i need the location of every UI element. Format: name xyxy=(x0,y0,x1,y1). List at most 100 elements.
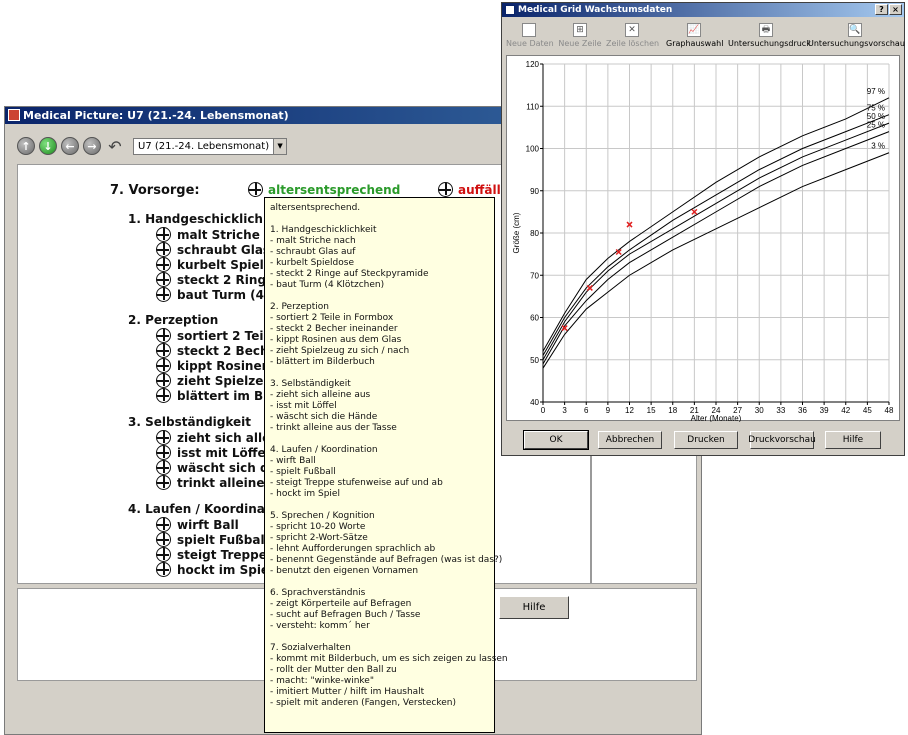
item-label: isst mit Löffel xyxy=(177,445,270,460)
tooltip-line: - macht: "winke-winke" xyxy=(270,676,374,686)
navigation-bar: ↑ ↓ ← → ↶ U7 (21.-24. Lebensmonat) ▼ xyxy=(17,134,288,158)
tooltip-line: - imitiert Mutter / hilft im Haushalt xyxy=(270,687,425,697)
new-data-icon xyxy=(522,23,536,37)
tooltip-line: - zeigt Körperteile auf Befragen xyxy=(270,599,412,609)
window-title: Medical Picture: U7 (21.-24. Lebensmonat… xyxy=(23,109,289,122)
x-tick-label: 30 xyxy=(755,406,764,415)
app-icon xyxy=(505,5,515,15)
toolbar-label: Untersuchungsvorschau xyxy=(808,39,905,48)
tooltip-line: - rollt der Mutter den Ball zu xyxy=(270,665,397,675)
help-button[interactable]: Hilfe xyxy=(499,596,569,619)
help-icon[interactable]: ? xyxy=(875,4,888,15)
app-icon xyxy=(8,109,20,121)
help-button[interactable]: Hilfe xyxy=(825,431,881,449)
new-row-icon: ⊞ xyxy=(573,23,587,37)
undo-icon[interactable]: ↶ xyxy=(105,137,125,156)
preview-icon: 🔍 xyxy=(848,23,862,37)
toolbar-button[interactable]: ✕ Zeile löschen xyxy=(606,20,660,54)
crosshair-icon xyxy=(248,182,263,197)
x-tick-label: 33 xyxy=(776,406,785,415)
printer-icon: 🖶 xyxy=(759,23,773,37)
tooltip-heading: altersentsprechend. xyxy=(270,203,361,213)
y-axis-label: Größe (cm) xyxy=(512,212,521,253)
tooltip-group-title: 4. Laufen / Koordination xyxy=(270,445,378,455)
y-tick-label: 100 xyxy=(526,145,540,154)
crosshair-icon xyxy=(156,343,171,358)
crosshair-icon xyxy=(156,227,171,242)
tooltip-line: - sucht auf Befragen Buch / Tasse xyxy=(270,610,421,620)
toolbar-label: Zeile löschen xyxy=(606,39,660,48)
y-tick-label: 80 xyxy=(530,229,539,238)
tooltip-line: - spricht 2-Wort-Sätze xyxy=(270,533,368,543)
tooltip-group-title: 2. Perzeption xyxy=(270,302,330,312)
crosshair-icon xyxy=(156,328,171,343)
tooltip-line: - steckt 2 Ringe auf Steckpyramide xyxy=(270,269,429,279)
tooltip-line: - spielt Fußball xyxy=(270,467,336,477)
page-title: 7. Vorsorge: xyxy=(110,183,200,198)
tooltip-line: - spricht 10-20 Worte xyxy=(270,522,366,532)
x-tick-label: 0 xyxy=(541,406,546,415)
growth-chart-svg: 0 3 6 9 12 15 18 21 24 27 30 33 36 39 42 45 484050607080… xyxy=(512,60,894,422)
toolbar-label: Graphauswahl xyxy=(666,39,724,48)
tooltip-line: - hockt im Spiel xyxy=(270,489,340,499)
tooltip-line: - zieht Spielzeug zu sich / nach xyxy=(270,346,410,356)
tooltip-line: - wäscht sich die Hände xyxy=(270,412,378,422)
crosshair-icon xyxy=(156,373,171,388)
measurement-point xyxy=(586,284,593,291)
x-tick-label: 18 xyxy=(668,406,677,415)
toolbar-button[interactable]: 🔍 Untersuchungsvorschau xyxy=(808,20,905,54)
up-arrow-icon[interactable]: ↑ xyxy=(17,137,35,155)
toolbar-label: Neue Zeile xyxy=(558,39,602,48)
toolbar-label: Untersuchungsdruck xyxy=(728,39,811,48)
close-icon[interactable]: × xyxy=(889,4,902,15)
item-label: spielt Fußball xyxy=(177,532,269,547)
print-preview-button[interactable]: Druckvorschau xyxy=(748,431,816,449)
crosshair-icon xyxy=(156,430,171,445)
tooltip-line: - kurbelt Spieldose xyxy=(270,258,354,268)
cancel-button[interactable]: Abbrechen xyxy=(598,431,662,449)
section-title: 3. Selbständigkeit xyxy=(128,415,252,429)
option-altersentsprechend[interactable]: altersentsprechend xyxy=(248,182,400,197)
x-tick-label: 45 xyxy=(863,406,872,415)
down-arrow-icon[interactable]: ↓ xyxy=(39,137,57,155)
percentile-label: 25 % xyxy=(867,121,885,130)
forward-arrow-icon[interactable]: → xyxy=(83,137,101,155)
toolbar-button[interactable]: 📈 Graphauswahl xyxy=(666,20,724,54)
chevron-down-icon[interactable]: ▼ xyxy=(273,138,287,154)
x-tick-label: 39 xyxy=(820,406,829,415)
tooltip-group: 4. Laufen / Koordination - wirft Ball - … xyxy=(270,445,489,500)
tooltip-popup: altersentsprechend. 1. Handgeschicklichk… xyxy=(264,197,508,733)
tooltip-group-title: 1. Handgeschicklichkeit xyxy=(270,225,377,235)
item-label: hockt im Spiel xyxy=(177,562,274,577)
ok-button[interactable]: OK xyxy=(523,430,589,450)
percentile-label: 3 % xyxy=(871,142,885,151)
tooltip-line: - wirft Ball xyxy=(270,456,316,466)
exam-select[interactable]: U7 (21.-24. Lebensmonat) ▼ xyxy=(133,137,288,155)
delete-row-icon: ✕ xyxy=(625,23,639,37)
tooltip-line: - steckt 2 Becher ineinander xyxy=(270,324,398,334)
crosshair-icon xyxy=(156,287,171,302)
tooltip-line: - kommt mit Bilderbuch, um es sich zeige… xyxy=(270,654,508,664)
back-arrow-icon[interactable]: ← xyxy=(61,137,79,155)
toolbar-button[interactable]: ⊞ Neue Zeile xyxy=(558,20,602,54)
tooltip-line: - spielt mit anderen (Fangen, Verstecken… xyxy=(270,698,456,708)
tooltip-group-title: 3. Selbständigkeit xyxy=(270,379,351,389)
tooltip-line: - versteht: komm´ her xyxy=(270,621,370,631)
tooltip-group: 7. Sozialverhalten - kommt mit Bilderbuc… xyxy=(270,643,508,709)
growth-chart: 0 3 6 9 12 15 18 21 24 27 30 33 36 39 42 45 48 40 50 60 70 80… xyxy=(506,55,900,422)
crosshair-icon xyxy=(156,257,171,272)
toolbar-button[interactable]: Neue Daten xyxy=(506,20,554,54)
x-tick-label: 12 xyxy=(625,406,634,415)
crosshair-icon xyxy=(156,547,171,562)
tooltip-line: - schraubt Glas auf xyxy=(270,247,356,257)
toolbar-button[interactable]: 🖶 Untersuchungsdruck xyxy=(728,20,811,54)
exam-select-value: U7 (21.-24. Lebensmonat) xyxy=(138,140,270,152)
y-tick-label: 40 xyxy=(530,398,539,407)
tooltip-line: - benutzt den eigenen Vornamen xyxy=(270,566,419,576)
window-title: Medical Grid Wachstumsdaten xyxy=(518,5,673,15)
title-bar: Medical Grid Wachstumsdaten ? × xyxy=(502,3,904,17)
medical-grid-window: Medical Grid Wachstumsdaten ? × Neue Dat… xyxy=(501,2,905,456)
tooltip-line: - benennt Gegenstände auf Befragen (was … xyxy=(270,555,503,565)
print-button[interactable]: Drucken xyxy=(674,431,738,449)
tooltip-line: - blättert im Bilderbuch xyxy=(270,357,375,367)
